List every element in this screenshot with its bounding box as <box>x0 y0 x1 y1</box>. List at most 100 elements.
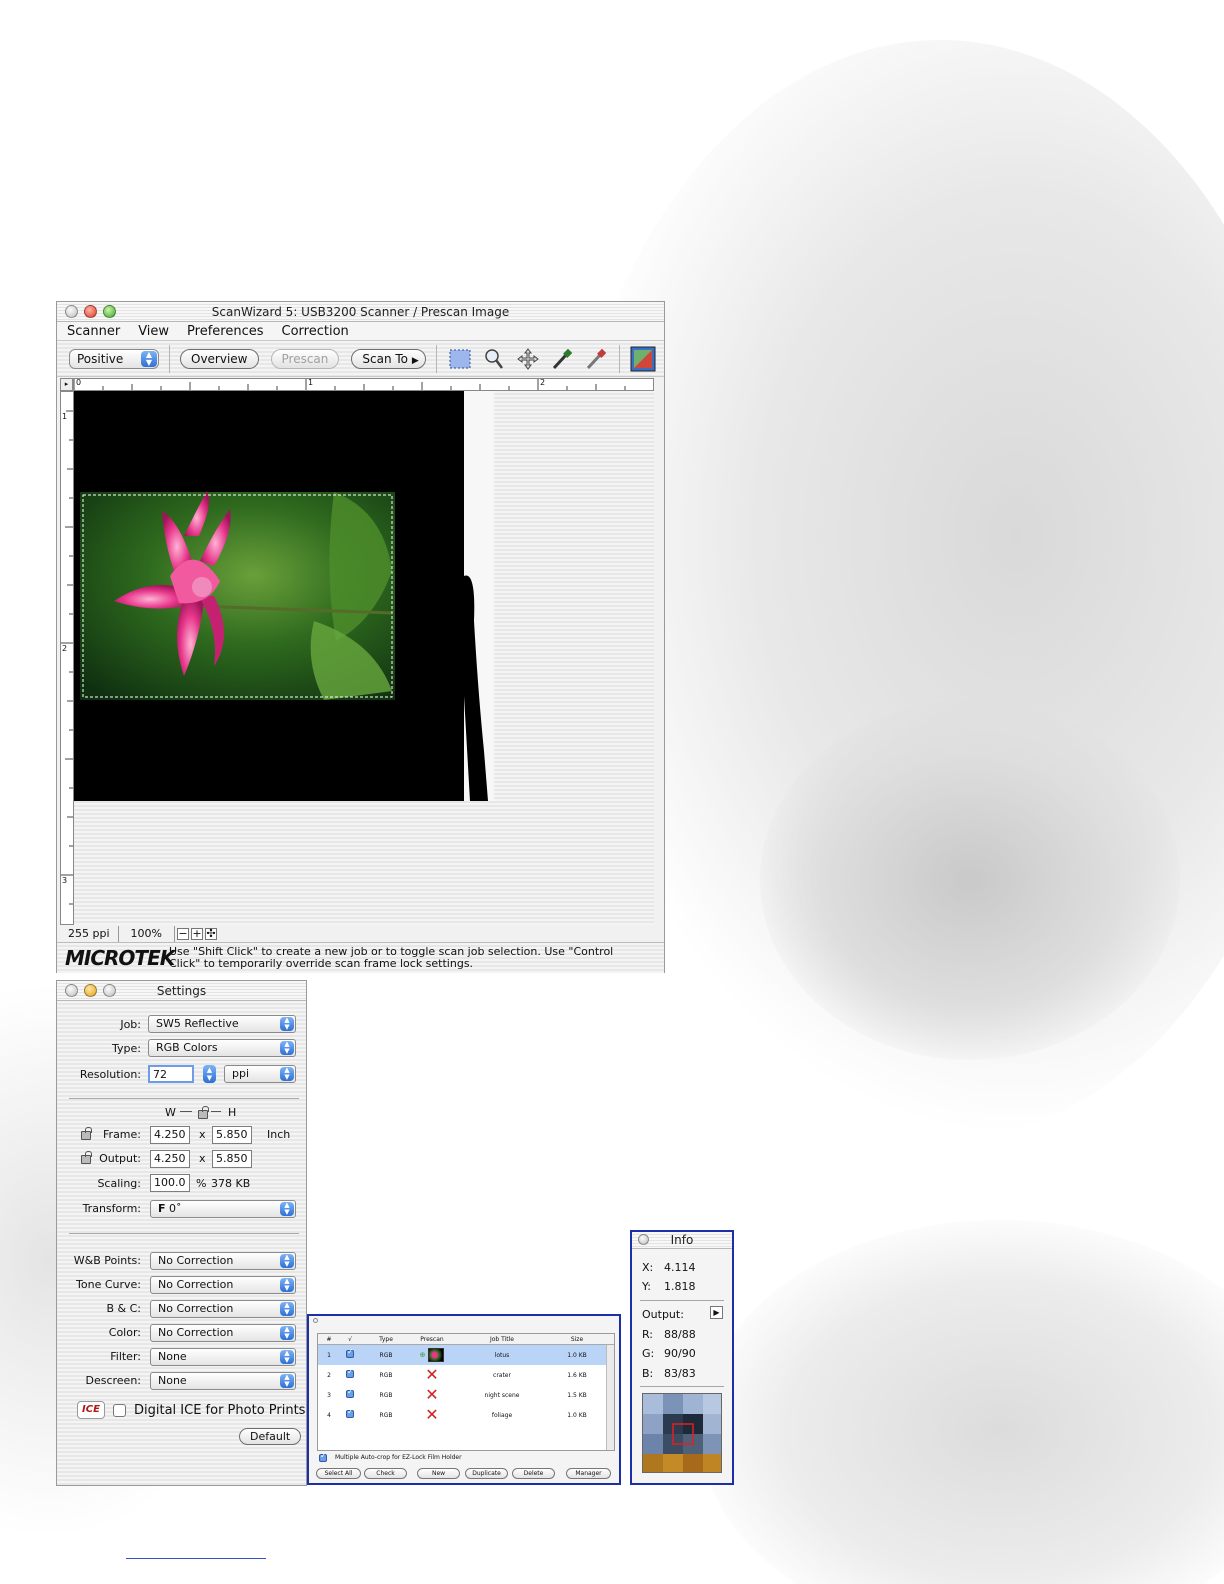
resolution-stepper[interactable]: ▲ ▼ <box>203 1065 216 1083</box>
toolbar: Positive ▲ ▼ Overview Prescan Scan To ▶ <box>57 341 664 377</box>
zoom-button[interactable] <box>103 305 116 318</box>
tone-curve-popup[interactable]: No Correction ▲ ▼ <box>150 1276 296 1294</box>
job-table-header: # √ Type Prescan Job Title Size <box>318 1334 614 1345</box>
col-number[interactable]: # <box>318 1334 340 1344</box>
job-include-checkbox[interactable] <box>346 1407 354 1418</box>
toolbar-separator <box>169 344 170 373</box>
frame-label: Frame: <box>103 1128 141 1141</box>
popup-arrows-icon: ▲ ▼ <box>280 1202 294 1216</box>
prescan-image <box>74 391 494 801</box>
menu-bar: Scanner View Preferences Correction <box>57 322 664 341</box>
autocrop-checkbox[interactable] <box>319 1451 327 1462</box>
col-prescan[interactable]: Prescan <box>412 1334 452 1344</box>
job-list-window: # √ Type Prescan Job Title Size 1 RGB ⊕ … <box>307 1314 621 1485</box>
menu-view[interactable]: View <box>138 322 169 340</box>
output-height-input[interactable]: 5.850 <box>212 1150 252 1168</box>
digital-ice-checkbox[interactable] <box>113 1404 126 1417</box>
g-value: 90/90 <box>664 1347 696 1360</box>
col-size[interactable]: Size <box>552 1334 602 1344</box>
eyedropper-white-icon[interactable] <box>583 346 609 372</box>
close-button[interactable] <box>638 1234 649 1245</box>
frame-unit-popup[interactable]: Inch <box>267 1128 290 1141</box>
info-titlebar[interactable]: Info <box>632 1232 732 1249</box>
popup-arrows-icon: ▲ ▼ <box>280 1326 294 1340</box>
zoom-in-button[interactable]: + <box>190 928 203 940</box>
zoom-fit-button[interactable]: ✣ <box>204 928 217 940</box>
overview-button[interactable]: Overview <box>180 348 259 369</box>
job-size: 1.5 KB <box>567 1391 587 1399</box>
wb-points-popup[interactable]: No Correction ▲ ▼ <box>150 1252 296 1270</box>
prescan-thumbnail <box>428 1348 445 1362</box>
job-number: 3 <box>327 1391 331 1399</box>
zoom-out-button[interactable]: − <box>176 928 189 940</box>
close-button[interactable] <box>65 984 78 997</box>
dash <box>211 1111 221 1112</box>
new-job-button[interactable]: New <box>417 1468 460 1479</box>
job-type: RGB <box>379 1371 393 1379</box>
minimize-button[interactable] <box>84 305 97 318</box>
type-popup[interactable]: RGB Colors ▲ ▼ <box>148 1039 296 1057</box>
resolution-unit-popup[interactable]: ppi ▲ ▼ <box>224 1065 296 1083</box>
descreen-popup[interactable]: None ▲ ▼ <box>150 1372 296 1390</box>
output-width-input[interactable]: 4.250 <box>150 1150 190 1168</box>
settings-titlebar[interactable]: Settings <box>57 981 306 1001</box>
menu-preferences[interactable]: Preferences <box>187 322 263 340</box>
close-button[interactable] <box>313 1318 318 1323</box>
job-row[interactable]: 1 RGB ⊕ lotus 1.0 KB <box>318 1345 614 1365</box>
job-include-checkbox[interactable] <box>346 1367 354 1378</box>
mode-popup[interactable]: Positive ▲ ▼ <box>69 348 159 369</box>
move-tool-icon[interactable] <box>515 346 541 372</box>
image-adjust-icon[interactable] <box>630 346 656 372</box>
eyedropper-black-icon[interactable] <box>549 346 575 372</box>
scaling-input[interactable]: 100.0 <box>150 1174 190 1192</box>
ruler-unit-toggle[interactable]: ▸ <box>60 378 73 391</box>
col-type[interactable]: Type <box>360 1334 412 1344</box>
color-popup[interactable]: No Correction ▲ ▼ <box>150 1324 296 1342</box>
zoom-button[interactable] <box>103 984 116 997</box>
col-job-title[interactable]: Job Title <box>452 1334 552 1344</box>
frame-height-input[interactable]: 5.850 <box>212 1126 252 1144</box>
job-size: 1.0 KB <box>567 1411 587 1419</box>
popup-arrows-icon: ▲ ▼ <box>280 1302 294 1316</box>
frame-lock-icon[interactable] <box>81 1127 92 1140</box>
resolution-unit-value: ppi <box>232 1067 250 1080</box>
zoom-tool-icon[interactable] <box>481 346 507 372</box>
transform-popup[interactable]: F 0˚ ▲ ▼ <box>150 1200 296 1218</box>
aspect-lock-icon[interactable] <box>198 1106 209 1119</box>
marquee-tool-icon[interactable] <box>447 346 473 372</box>
brightness-contrast-popup[interactable]: No Correction ▲ ▼ <box>150 1300 296 1318</box>
check-button[interactable]: Check <box>364 1468 407 1479</box>
duplicate-button[interactable]: Duplicate <box>465 1468 508 1479</box>
percent-sign: % <box>196 1177 207 1190</box>
filter-popup[interactable]: None ▲ ▼ <box>150 1348 296 1366</box>
job-row[interactable]: 4 RGB ✕ foliage 1.0 KB <box>318 1405 614 1425</box>
select-all-button[interactable]: Select All <box>316 1468 361 1479</box>
descreen-value: None <box>158 1374 187 1387</box>
x-value: 4.114 <box>664 1261 696 1274</box>
frame-width-input[interactable]: 4.250 <box>150 1126 190 1144</box>
job-include-checkbox[interactable] <box>346 1387 354 1398</box>
manager-button[interactable]: Manager <box>566 1468 611 1479</box>
x-label: X: <box>642 1261 654 1274</box>
menu-correction[interactable]: Correction <box>282 322 349 340</box>
job-row[interactable]: 2 RGB ✕ crater 1.6 KB <box>318 1365 614 1385</box>
job-include-checkbox[interactable] <box>346 1347 354 1358</box>
menu-scanner[interactable]: Scanner <box>67 322 120 340</box>
minimize-button[interactable] <box>84 984 97 997</box>
job-row[interactable]: 3 RGB ✕ night scene 1.5 KB <box>318 1385 614 1405</box>
output-mode-toggle[interactable]: ▶ <box>710 1306 723 1319</box>
job-popup[interactable]: SW5 Reflective ▲ ▼ <box>148 1015 296 1033</box>
job-table-scrollbar[interactable] <box>606 1345 614 1450</box>
close-button[interactable] <box>65 305 78 318</box>
prescan-button[interactable]: Prescan <box>270 348 340 369</box>
main-titlebar[interactable]: ScanWizard 5: USB3200 Scanner / Prescan … <box>57 302 664 322</box>
toolbar-separator <box>618 344 620 373</box>
ruler-h-label-0: 0 <box>76 378 82 387</box>
scan-to-button[interactable]: Scan To ▶ <box>351 348 426 369</box>
default-button[interactable]: Default <box>239 1428 302 1445</box>
delete-button[interactable]: Delete <box>512 1468 555 1479</box>
col-check[interactable]: √ <box>340 1334 360 1344</box>
tone-curve-label: Tone Curve: <box>76 1278 141 1291</box>
prescan-canvas[interactable] <box>74 391 654 925</box>
resolution-input[interactable]: 72 <box>148 1065 194 1083</box>
